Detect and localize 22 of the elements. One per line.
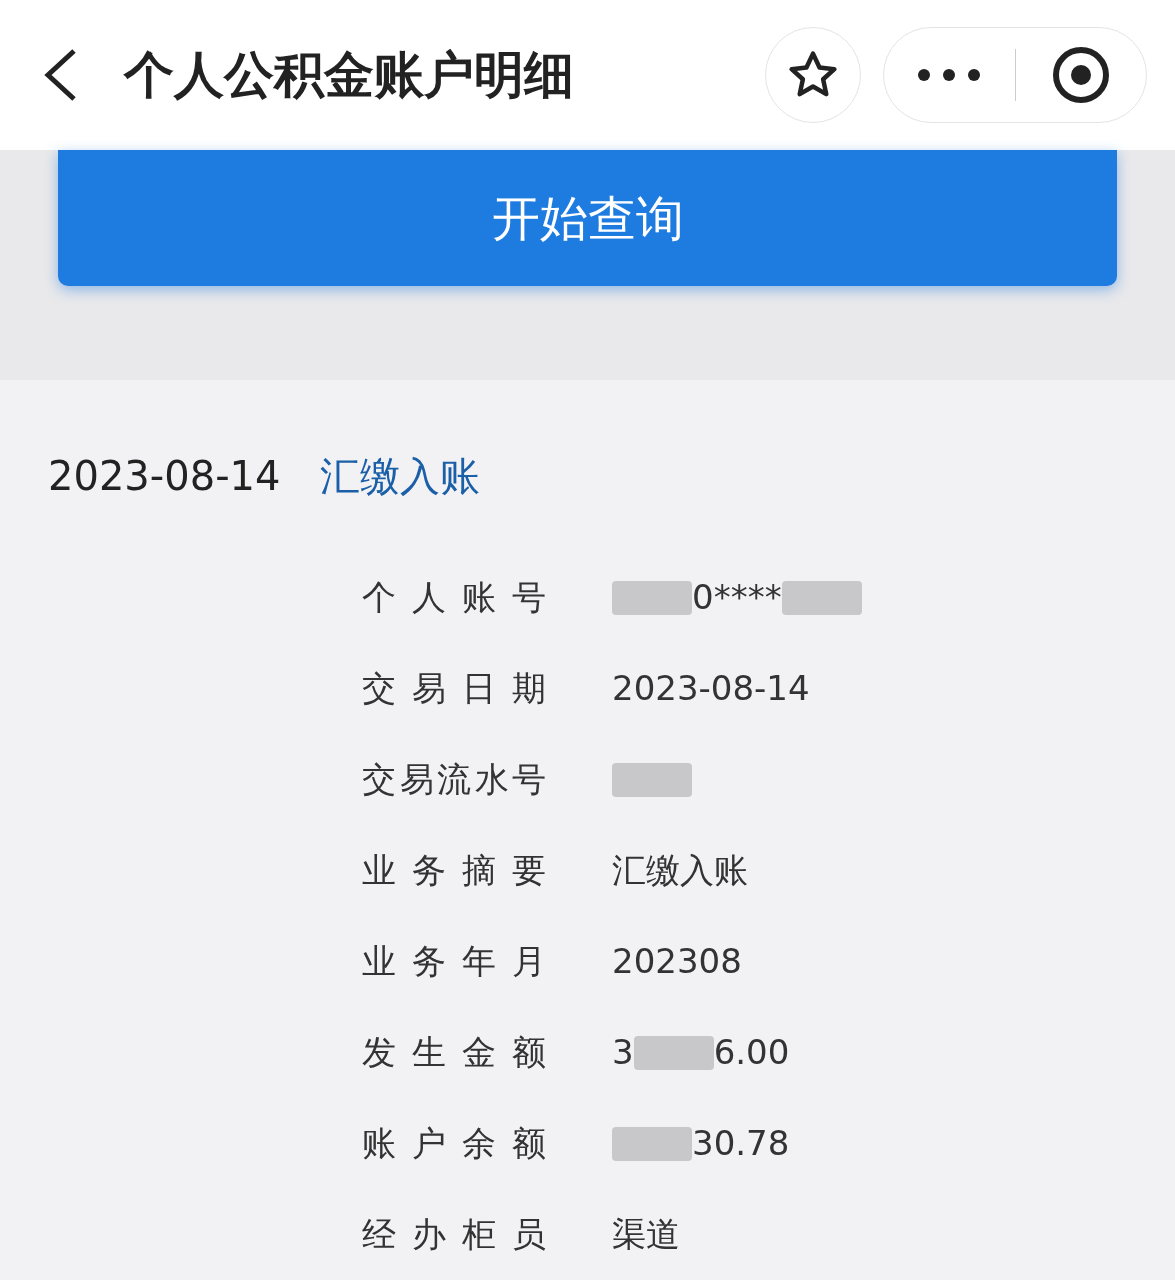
detail-value: 202308 [612,940,742,983]
detail-label: 发生金额 [362,1031,546,1074]
detail-value: 6.00 [713,1031,790,1074]
detail-value: 2023-08-14 [612,667,810,710]
detail-value: 0**** [692,576,782,619]
detail-label: 交易流水号 [362,758,546,801]
record-type: 汇缴入账 [320,452,481,501]
detail-label: 交易日期 [362,667,546,710]
detail-label: 账户余额 [362,1122,546,1165]
detail-label: 业务年月 [362,940,546,983]
detail-value: 汇缴入账 [612,849,748,892]
detail-label: 业务摘要 [362,849,546,892]
query-button[interactable]: 开始查询 [58,150,1117,286]
detail-value: 渠道 [612,1213,680,1256]
detail-label: 经办柜员 [362,1213,546,1256]
detail-value: 30.78 [692,1122,790,1165]
record-icon [1051,46,1110,104]
more-icon [917,68,982,82]
detail-label: 个人账号 [362,576,546,619]
detail-value: 3 [612,1031,634,1074]
record-date: 2023-08-14 [48,452,281,501]
window-title: 个人公积金账户明细 [124,44,575,106]
